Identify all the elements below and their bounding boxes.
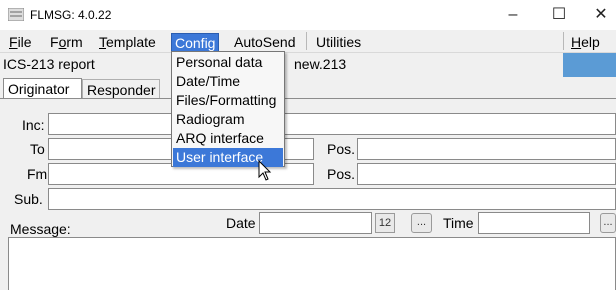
inc-field[interactable] — [48, 113, 616, 135]
mouse-cursor-icon — [258, 159, 272, 182]
close-button[interactable]: ✕ — [578, 2, 616, 28]
message-textarea[interactable] — [8, 237, 616, 290]
tab-divider — [0, 98, 616, 99]
tab-responder[interactable]: Responder — [82, 79, 160, 99]
menu-form[interactable]: Form — [47, 33, 86, 51]
menu-item-personal-data[interactable]: Personal data — [173, 53, 283, 72]
menu-bar — [0, 30, 616, 53]
tab-originator[interactable]: Originator — [3, 78, 82, 99]
subject-label: Sub. — [14, 191, 43, 207]
config-dropdown: Personal data Date/Time Files/Formatting… — [171, 51, 285, 167]
date-label: Date — [226, 215, 256, 231]
menu-template[interactable]: Template — [96, 33, 159, 51]
menu-item-radiogram[interactable]: Radiogram — [173, 110, 283, 129]
menu-item-files-formatting[interactable]: Files/Formatting — [173, 91, 283, 110]
window-title: FLMSG: 4.0.22 — [30, 8, 112, 22]
date-field[interactable] — [259, 212, 372, 234]
menu-help[interactable]: Help — [568, 33, 603, 51]
menu-config[interactable]: Config — [171, 33, 220, 53]
to-pos-label: Pos. — [327, 141, 356, 157]
menu-separator — [306, 32, 307, 50]
tab-responder-label: Responder — [87, 82, 156, 98]
inc-label: Inc: — [22, 117, 45, 133]
time-field[interactable] — [478, 212, 590, 234]
tab-originator-label: Originator — [8, 81, 70, 97]
calendar-button[interactable]: 12 — [375, 213, 395, 233]
date-ellipsis-button[interactable]: ... — [411, 213, 432, 233]
minimize-button[interactable]: – — [490, 2, 536, 28]
menu-separator — [563, 32, 564, 50]
maximize-button[interactable]: ☐ — [536, 2, 582, 28]
menu-item-arq-interface[interactable]: ARQ interface — [173, 129, 283, 148]
message-label: Message: — [10, 221, 71, 237]
to-pos-field[interactable] — [357, 138, 616, 160]
file-name: new.213 — [294, 56, 347, 72]
calendar-icon: 12 — [378, 217, 392, 229]
fm-pos-label: Pos. — [327, 166, 356, 182]
subject-field[interactable] — [48, 188, 616, 210]
app-icon — [7, 7, 25, 22]
report-title: ICS-213 report — [3, 56, 95, 72]
to-label: To — [30, 141, 45, 157]
menu-file[interactable]: File — [6, 33, 35, 51]
fm-pos-field[interactable] — [357, 163, 616, 185]
time-label: Time — [443, 215, 474, 231]
menu-item-date-time[interactable]: Date/Time — [173, 72, 283, 91]
time-ellipsis-button[interactable]: ... — [600, 213, 616, 233]
menu-utilities[interactable]: Utilities — [313, 33, 364, 51]
fm-label: Fm — [27, 166, 48, 182]
menu-autosend[interactable]: AutoSend — [231, 33, 299, 51]
accent-button[interactable] — [563, 53, 616, 77]
